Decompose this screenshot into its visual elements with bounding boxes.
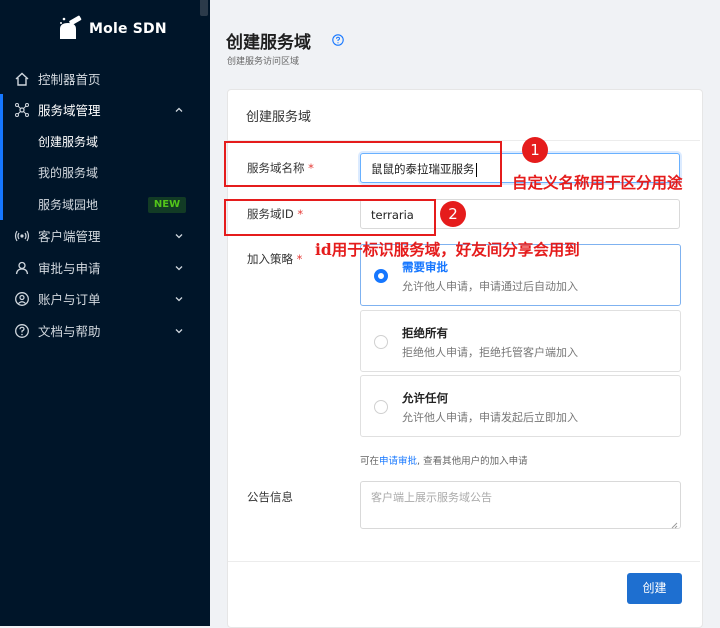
page-subtitle: 创建服务访问区域 bbox=[227, 57, 300, 67]
sidebar-item-label: 我的服务域 bbox=[38, 166, 99, 180]
sidebar: Mole SDN 控制器首页 服务域管理 创建服务域 我的服务域 服务域园地 N… bbox=[0, 0, 210, 626]
required-mark: * bbox=[296, 252, 303, 266]
sidebar-item-domain-management[interactable]: 服务域管理 bbox=[0, 94, 210, 125]
approval-link[interactable]: 申请审批 bbox=[379, 456, 417, 467]
footer-divider bbox=[228, 561, 700, 562]
radio-unselected-icon[interactable] bbox=[374, 400, 388, 414]
notice-label: 公告信息 bbox=[247, 490, 293, 504]
radio-selected-icon[interactable] bbox=[374, 269, 388, 283]
card-title: 创建服务域 bbox=[246, 110, 312, 125]
new-badge: NEW bbox=[148, 197, 186, 213]
sidebar-item-label: 审批与申请 bbox=[38, 261, 101, 276]
annotation-box-name bbox=[224, 141, 502, 187]
policy-option-allow-any[interactable]: 允许任何 允许他人申请，申请发起后立即加入 bbox=[360, 375, 681, 437]
sidebar-item-label: 服务域园地 bbox=[38, 198, 99, 212]
annotation-note-1: 自定义名称用于区分用途 bbox=[512, 173, 683, 192]
policy-hint: 可在申请审批, 查看其他用户的加入申请 bbox=[360, 456, 528, 467]
sidebar-item-domain-garden[interactable]: 服务域园地 NEW bbox=[0, 189, 210, 220]
broadcast-icon bbox=[14, 228, 30, 244]
question-icon bbox=[14, 323, 30, 339]
option-title: 拒绝所有 bbox=[402, 326, 448, 340]
sidebar-item-client-management[interactable]: 客户端管理 bbox=[0, 220, 210, 251]
help-circle-icon[interactable] bbox=[332, 31, 344, 46]
annotation-marker-2: 2 bbox=[440, 201, 466, 227]
option-description: 拒绝他人申请，拒绝托管客户端加入 bbox=[402, 346, 578, 359]
telescope-icon bbox=[57, 14, 83, 44]
sidebar-item-label: 文档与帮助 bbox=[38, 324, 101, 339]
chevron-down-icon bbox=[174, 229, 184, 239]
sidebar-item-create-domain[interactable]: 创建服务域 bbox=[0, 126, 210, 157]
option-description: 允许他人申请，申请通过后自动加入 bbox=[402, 280, 578, 293]
sidebar-item-docs-help[interactable]: 文档与帮助 bbox=[0, 315, 210, 346]
create-button[interactable]: 创建 bbox=[627, 573, 682, 604]
user-group-icon bbox=[14, 260, 30, 276]
annotation-box-id bbox=[224, 199, 436, 236]
sidebar-item-label: 客户端管理 bbox=[38, 229, 101, 244]
sidebar-item-account-orders[interactable]: 账户与订单 bbox=[0, 283, 210, 314]
sidebar-item-label: 账户与订单 bbox=[38, 292, 101, 307]
network-icon bbox=[14, 102, 30, 118]
chevron-up-icon bbox=[174, 103, 184, 113]
chevron-down-icon bbox=[174, 261, 184, 271]
radio-unselected-icon[interactable] bbox=[374, 335, 388, 349]
annotation-marker-1: 1 bbox=[522, 137, 548, 163]
option-title: 需要审批 bbox=[402, 260, 448, 274]
annotation-note-2: id用于标识服务域，好友间分享会用到 bbox=[315, 240, 580, 259]
sidebar-item-my-domains[interactable]: 我的服务域 bbox=[0, 157, 210, 188]
notice-placeholder: 客户端上展示服务域公告 bbox=[371, 491, 492, 504]
chevron-down-icon bbox=[174, 292, 184, 302]
sidebar-scrollbar[interactable] bbox=[200, 0, 208, 16]
join-policy-label: 加入策略 * bbox=[247, 252, 303, 266]
home-icon bbox=[14, 71, 30, 87]
resize-handle-icon[interactable] bbox=[671, 519, 678, 529]
policy-option-deny-all[interactable]: 拒绝所有 拒绝他人申请，拒绝托管客户端加入 bbox=[360, 310, 681, 372]
sidebar-item-home[interactable]: 控制器首页 bbox=[0, 63, 210, 94]
user-circle-icon bbox=[14, 291, 30, 307]
chevron-down-icon bbox=[174, 324, 184, 334]
option-title: 允许任何 bbox=[402, 391, 448, 405]
brand-logo[interactable]: Mole SDN bbox=[57, 14, 167, 44]
option-description: 允许他人申请，申请发起后立即加入 bbox=[402, 411, 578, 424]
sidebar-item-approval[interactable]: 审批与申请 bbox=[0, 252, 210, 283]
sidebar-item-label: 服务域管理 bbox=[38, 103, 101, 118]
page-title: 创建服务域 bbox=[226, 33, 311, 53]
brand-name: Mole SDN bbox=[89, 21, 167, 37]
notice-textarea[interactable]: 客户端上展示服务域公告 bbox=[360, 481, 681, 529]
sidebar-item-label: 控制器首页 bbox=[38, 72, 101, 87]
sidebar-item-label: 创建服务域 bbox=[38, 135, 99, 149]
